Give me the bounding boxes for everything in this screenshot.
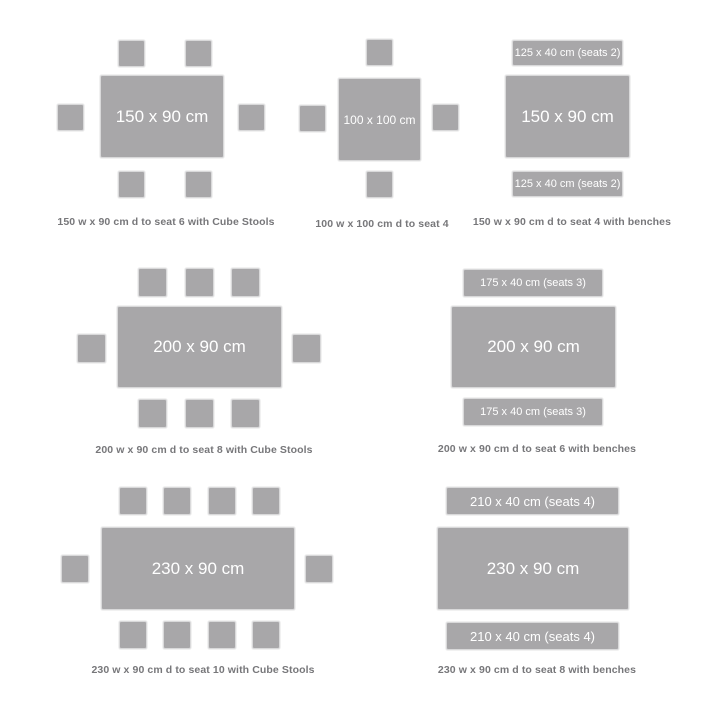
stool [57,104,84,131]
stool [119,621,147,649]
bench: 175 x 40 cm (seats 3) [463,398,603,426]
stool [208,621,236,649]
bench: 210 x 40 cm (seats 4) [446,487,619,515]
stool [231,268,260,297]
stool [185,40,212,67]
stool [231,399,260,428]
layout-caption: 200 w x 90 cm d to seat 6 with benches [437,443,637,455]
stool [185,268,214,297]
stool [61,555,89,583]
stool [163,487,191,515]
stool [208,487,236,515]
stool [238,104,265,131]
table: 200 x 90 cm [451,306,616,388]
table: 150 x 90 cm [505,75,630,158]
layout-caption: 150 w x 90 cm d to seat 6 with Cube Stoo… [57,216,275,228]
table: 200 x 90 cm [117,306,282,388]
stool [185,399,214,428]
stool [118,40,145,67]
layout-caption: 150 w x 90 cm d to seat 4 with benches [472,216,672,228]
stool [138,399,167,428]
layout-caption: 230 w x 90 cm d to seat 8 with benches [437,664,637,676]
stool [366,171,393,198]
stool [118,171,145,198]
layout-caption: 200 w x 90 cm d to seat 8 with Cube Stoo… [95,444,313,456]
table: 150 x 90 cm [100,75,224,158]
stool [299,105,326,132]
stool [252,487,280,515]
layout-caption: 230 w x 90 cm d to seat 10 with Cube Sto… [91,664,315,676]
layout-caption: 100 w x 100 cm d to seat 4 [315,218,449,230]
stool [366,39,393,66]
stool [292,334,321,363]
stool [185,171,212,198]
bench: 175 x 40 cm (seats 3) [463,269,603,297]
bench: 125 x 40 cm (seats 2) [512,40,623,66]
stool [252,621,280,649]
bench: 210 x 40 cm (seats 4) [446,622,619,650]
stool [138,268,167,297]
table: 230 x 90 cm [437,527,629,610]
stool [77,334,106,363]
table: 230 x 90 cm [101,527,295,610]
stool [432,104,459,131]
bench: 125 x 40 cm (seats 2) [512,171,623,197]
stool [305,555,333,583]
stool [119,487,147,515]
table: 100 x 100 cm [338,78,421,161]
stool [163,621,191,649]
